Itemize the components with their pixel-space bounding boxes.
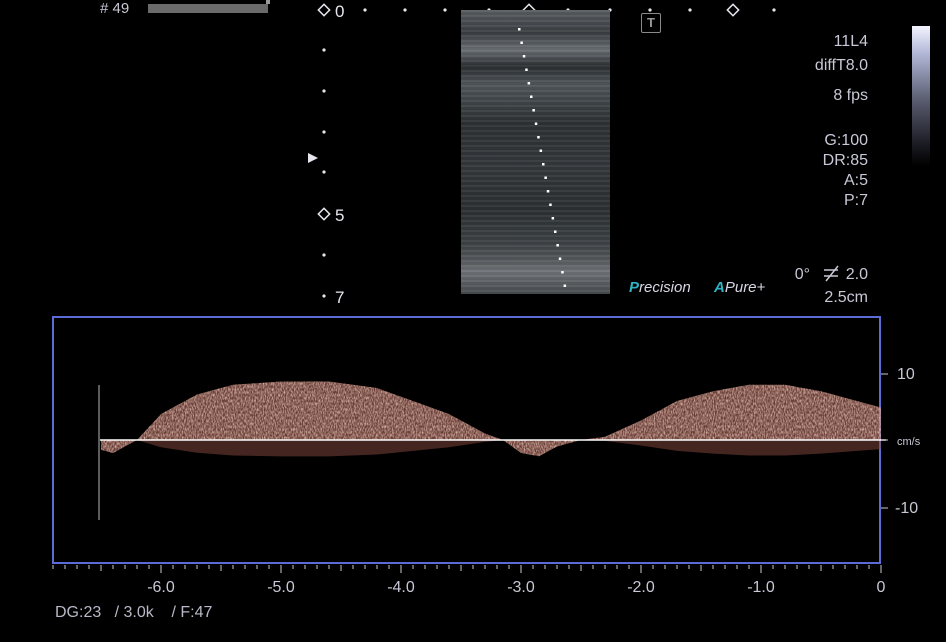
y-tick-label: -10	[895, 500, 919, 517]
y-tick-label: 10	[897, 366, 915, 383]
doppler-envelope-lower	[101, 440, 881, 457]
x-tick-label: 0	[877, 579, 886, 596]
footer-status: DG:23 / 3.0k / F:47	[55, 604, 213, 621]
x-tick-label: -5.0	[267, 579, 295, 596]
y-unit-label: cm/s	[897, 436, 921, 448]
x-tick-label: -1.0	[747, 579, 775, 596]
x-tick-label: -2.0	[627, 579, 655, 596]
x-tick-label: -3.0	[507, 579, 535, 596]
x-tick-label: -6.0	[147, 579, 175, 596]
spectral-chart: -6.0 -5.0 -4.0 -3.0 -2.0 -1.0 0	[52, 373, 888, 596]
x-tick-label: -4.0	[387, 579, 415, 596]
